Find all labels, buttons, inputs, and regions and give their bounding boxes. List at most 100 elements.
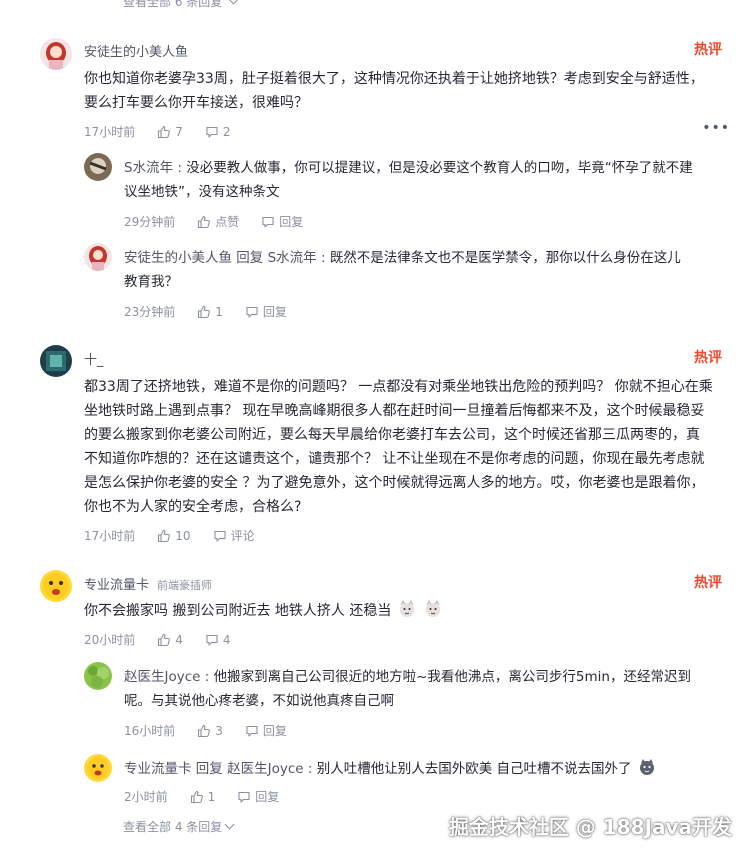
reply-author[interactable]: 安徒生的小美人鱼 (124, 250, 232, 266)
like-count: 1 (207, 789, 216, 804)
reply-text-line: 教育我？ (124, 274, 178, 290)
like-count: 1 (215, 304, 223, 319)
comment-icon (214, 530, 226, 542)
reply-word: 回复 (236, 250, 264, 266)
comment-icon (238, 791, 250, 803)
comment-text-line: 坐地铁时路上遇到点事？ 现在早晚高峰期很多人都在赶时间一旦撞着后悔都来不及，这个… (84, 403, 705, 419)
avatar[interactable] (84, 662, 112, 690)
comment-meta: 17小时前 10 评论 (84, 527, 255, 544)
comment-button[interactable]: 2 (205, 125, 231, 139)
chevron-down-icon (228, 0, 239, 5)
avatar[interactable] (84, 153, 112, 181)
reply-text-line: 安徒生的小美人鱼 回复 S水流年 : 既然不是法律条文也不是医学禁令，那你以什么… (124, 250, 681, 266)
like-icon (198, 305, 211, 318)
reply-text: 赵医生Joyce : 他搬家到离自己公司很近的地方啦~我看他沸点，离公司步行5m… (124, 665, 724, 713)
comment-button[interactable]: 4 (205, 633, 231, 647)
like-button[interactable]: 1 (197, 305, 223, 319)
chevron-down-icon (224, 819, 235, 830)
like-count: 7 (175, 124, 183, 139)
like-button[interactable]: 1 (190, 789, 216, 804)
view-all-replies-bottom[interactable]: 查看全部 4 条回复 (123, 818, 235, 835)
reply-button[interactable]: 回复 (237, 788, 279, 805)
reply-time: 29分钟前 (124, 215, 176, 229)
reply-button[interactable]: 回复 (245, 722, 287, 739)
view-all-label: 查看全部 6 条回复 (123, 0, 223, 9)
reply-1-2: 安徒生的小美人鱼 回复 S水流年 : 既然不是法律条文也不是医学禁令，那你以什么… (84, 243, 730, 319)
like-button[interactable]: 4 (157, 633, 183, 647)
comment-button[interactable]: 评论 (213, 527, 255, 544)
watermark: 掘金技术社区 @ 188Java开发 (448, 815, 732, 839)
comment-text: 都33周了还挤地铁，难道不是你的问题吗？ 一点都没有对乘坐地铁出危险的预判吗？ … (84, 375, 724, 519)
comment-icon (246, 306, 258, 318)
like-count: 4 (175, 632, 183, 647)
more-dots-icon[interactable]: ••• (702, 120, 730, 136)
comment-content: 你不会搬家吗 搬到公司附近去 地铁人挤人 还稳当 (84, 603, 392, 619)
comment-time: 17小时前 (84, 125, 136, 139)
cat-emoji-icon (399, 600, 414, 617)
comment-2: 十_ 热评 都33周了还挤地铁，难道不是你的问题吗？ 一点都没有对乘坐地铁出危险… (40, 345, 730, 545)
reply-author[interactable]: S水流年 (124, 160, 173, 176)
comment-text-line: 要么打车要么你开车接送，很难吗？ (84, 95, 308, 111)
like-count: 3 (215, 723, 223, 738)
reply-meta: 23分钟前 1 回复 (124, 303, 287, 320)
cat-emoji-icon (639, 759, 654, 775)
reply-target[interactable]: S水流年 (268, 250, 317, 266)
comment-text-line: 你也不为人家的安全考虑，合格么? (84, 499, 302, 515)
comment-icon (262, 216, 274, 228)
author-tag: 前端豪插师 (157, 579, 213, 592)
like-icon (198, 215, 211, 228)
comment-text-line: 的要么搬家到你老婆公司附近，要么每天早晨给你老婆打车去公司，这个时候还省那三瓜两… (84, 427, 700, 443)
avatar[interactable] (40, 570, 72, 602)
reply-time: 2小时前 (124, 790, 168, 804)
hot-badge-icon: 热评 (694, 349, 722, 366)
reply-text: S水流年 : 没必要教人做事，你可以提建议，但是没必要这个教育人的口吻，毕竟“怀… (124, 156, 724, 204)
reply-3-1: 赵医生Joyce : 他搬家到离自己公司很近的地方啦~我看他沸点，离公司步行5m… (84, 662, 730, 738)
like-button[interactable]: 3 (197, 724, 223, 738)
avatar[interactable] (40, 38, 72, 70)
comment-icon (206, 634, 218, 646)
reply-author[interactable]: 专业流量卡 (124, 761, 192, 777)
comment-icon (246, 725, 258, 737)
like-icon (158, 125, 171, 138)
comment-text: 你也知道你老婆孕33周，肚子挺着很大了，这种情况你还执着于让她挤地铁？考虑到安全… (84, 67, 744, 115)
reply-word: 回复 (195, 761, 223, 777)
like-button[interactable]: 10 (157, 529, 191, 543)
comment-count: 2 (222, 124, 231, 139)
reply-button[interactable]: 回复 (245, 303, 287, 320)
reply-text: 专业流量卡 回复 赵医生Joyce : 别人吐槽他让别人去国外欧美 自己吐槽不说… (124, 757, 724, 781)
reply-1-1: S水流年 : 没必要教人做事，你可以提建议，但是没必要这个教育人的口吻，毕竟“怀… (84, 153, 730, 229)
comment-text-line: 都33周了还挤地铁，难道不是你的问题吗？ 一点都没有对乘坐地铁出危险的预判吗？ … (84, 379, 713, 395)
reply-meta: 2小时前 1 回复 (124, 788, 279, 805)
comment-author[interactable]: 十_ (84, 349, 104, 368)
reply-target[interactable]: 赵医生Joyce (227, 761, 303, 777)
reply-button[interactable]: 回复 (261, 213, 303, 230)
comment-text-line: 不知道你咋想的？还在这谴责这个，谴责那个？ 让不让坐现在不是你考虑的问题，你现在… (84, 451, 705, 467)
reply-text-line: 呢。与其说他心疼老婆，不如说他真疼自己啊 (124, 693, 394, 709)
reply-text-line: 赵医生Joyce : 他搬家到离自己公司很近的地方啦~我看他沸点，离公司步行5m… (124, 669, 691, 685)
author-name: 专业流量卡 (84, 578, 150, 593)
comment-label: 评论 (230, 529, 255, 543)
comment-3: 专业流量卡 前端豪插师 热评 你不会搬家吗 搬到公司附近去 地铁人挤人 还稳当 2… (40, 570, 730, 650)
like-button[interactable]: 点赞 (197, 213, 239, 230)
comment-text-line: 你也知道你老婆孕33周，肚子挺着很大了，这种情况你还执着于让她挤地铁？考虑到安全… (84, 71, 704, 87)
comment-time: 17小时前 (84, 529, 136, 543)
reply-label: 回复 (262, 305, 287, 319)
like-button[interactable]: 7 (157, 125, 183, 139)
like-icon (190, 790, 203, 803)
view-all-label: 查看全部 4 条回复 (123, 820, 223, 834)
svg-text:热评: 热评 (694, 574, 722, 591)
avatar[interactable] (40, 345, 72, 377)
reply-content: 既然不是法律条文也不是医学禁令，那你以什么身份在这儿 (329, 250, 681, 266)
reply-content: 他搬家到离自己公司很近的地方啦~我看他沸点，离公司步行5min，还经常迟到 (213, 669, 691, 685)
comment-author[interactable]: 安徒生的小美人鱼 (84, 41, 188, 60)
comment-meta: 17小时前 7 2 (84, 123, 231, 140)
reply-meta: 16小时前 3 回复 (124, 722, 287, 739)
comment-text-line: 是怎么保护你老婆的安全 ？为了避免意外，这个时候就得远离人多的地方。哎，你老婆也… (84, 475, 705, 491)
avatar[interactable] (84, 754, 112, 782)
reply-text-line: S水流年 : 没必要教人做事，你可以提建议，但是没必要这个教育人的口吻，毕竟“怀… (124, 160, 693, 176)
avatar[interactable] (84, 243, 112, 271)
cat-emoji-icon (426, 600, 441, 617)
view-all-replies-top[interactable]: 查看全部 6 条回复 (123, 0, 239, 10)
reply-author[interactable]: 赵医生Joyce (124, 669, 200, 685)
comment-author[interactable]: 专业流量卡 前端豪插师 (84, 574, 212, 593)
